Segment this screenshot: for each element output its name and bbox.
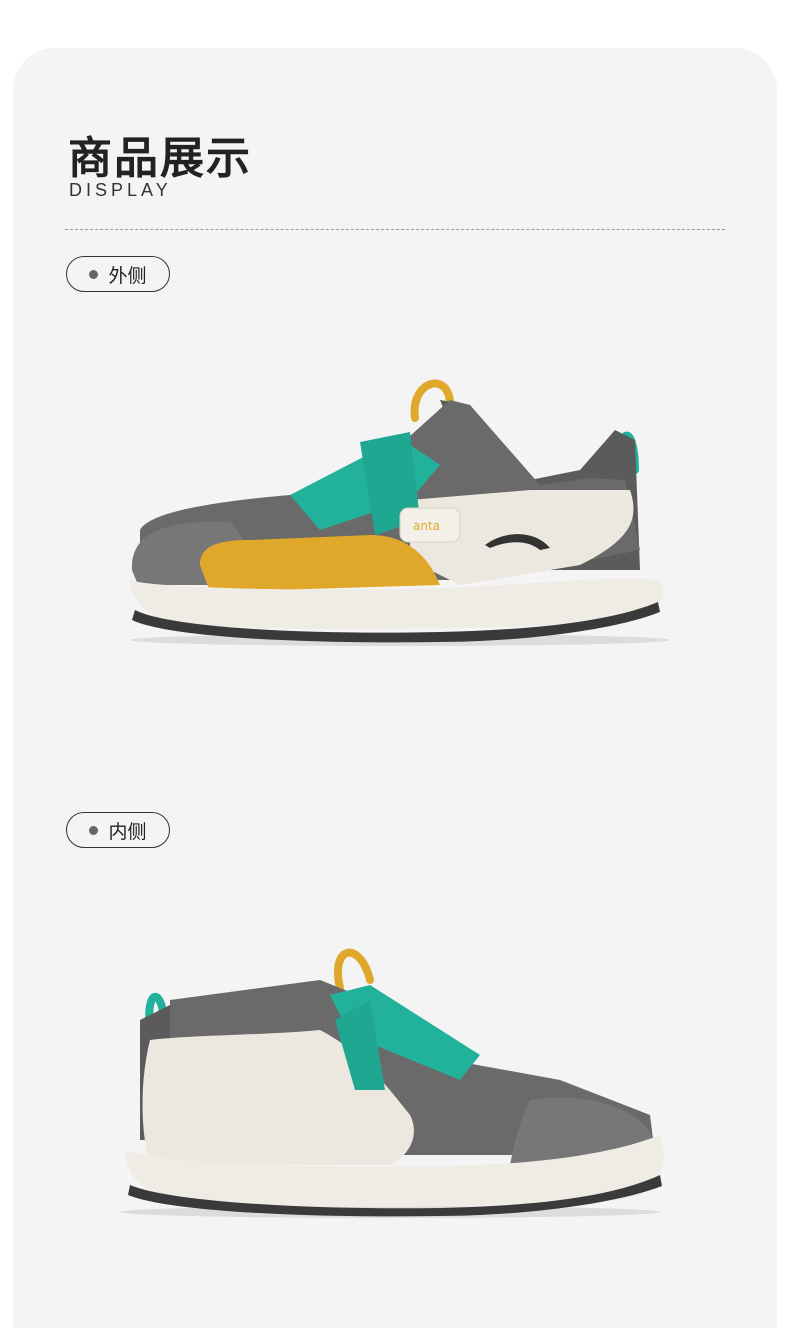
view-tag-label: 外侧 (108, 264, 147, 287)
bullet-dot (89, 825, 99, 835)
view-tag-label: 内侧 (108, 820, 147, 843)
shoe-inner-side-image (120, 948, 664, 1218)
svg-text:anta: anta (413, 519, 440, 533)
view-tag-outer: 外侧 (66, 256, 170, 292)
section-subtitle: DISPLAY (69, 180, 172, 200)
dashed-divider (65, 229, 725, 230)
section-title: 商品展示 (68, 133, 252, 184)
bullet-dot (89, 269, 99, 279)
view-tag-inner: 内侧 (66, 812, 170, 848)
shoe-outer-side-image: anta (130, 379, 670, 646)
